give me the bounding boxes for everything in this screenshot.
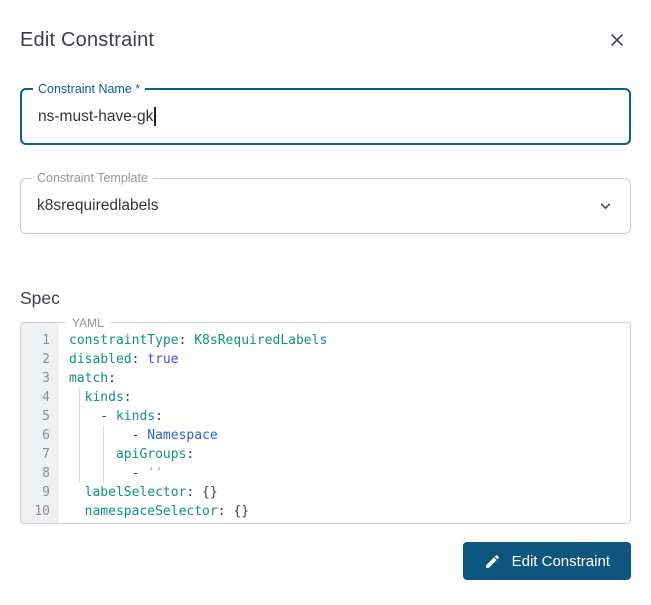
line-number: 4 [21, 388, 50, 407]
spec-heading: Spec [20, 288, 631, 309]
line-number: 5 [21, 407, 50, 426]
constraint-template-value: k8srequiredlabels [21, 197, 630, 215]
token-key: apiGroups [116, 447, 186, 462]
token-punct [69, 390, 85, 405]
constraint-template-label: Constraint Template [32, 170, 153, 186]
constraint-name-label: Constraint Name * [33, 81, 145, 97]
edit-constraint-dialog: Edit Constraint Constraint Name * ns-mus… [0, 0, 651, 605]
token-key: K8sRequiredLabels [194, 333, 327, 348]
token-punct [69, 504, 85, 519]
line-number: 8 [21, 464, 50, 483]
token-key: disabled [69, 352, 132, 367]
chevron-down-icon[interactable] [595, 196, 616, 217]
code-line[interactable]: apiGroups: [69, 445, 622, 464]
token-key: match [69, 371, 108, 386]
code-line[interactable]: constraintType: K8sRequiredLabels [69, 331, 622, 350]
token-punct: : {} [186, 485, 217, 500]
code-line[interactable]: labelSelector: {} [69, 483, 622, 502]
close-button[interactable] [603, 26, 631, 54]
line-number: 1 [21, 331, 50, 350]
dialog-header: Edit Constraint [20, 0, 631, 54]
line-number-gutter: 12345678910 [21, 323, 59, 523]
token-string: '' [147, 466, 163, 481]
code-line[interactable]: disabled: true [69, 350, 622, 369]
line-number: 3 [21, 369, 50, 388]
line-number: 9 [21, 483, 50, 502]
token-punct: : [108, 371, 116, 386]
pencil-icon [484, 553, 501, 570]
code-line[interactable]: kinds: [69, 388, 622, 407]
token-bool: true [147, 352, 178, 367]
edit-constraint-button[interactable]: Edit Constraint [463, 542, 631, 580]
indent-guide [79, 388, 80, 483]
token-punct: - [69, 409, 116, 424]
code-area[interactable]: constraintType: K8sRequiredLabelsdisable… [59, 323, 630, 523]
code-line[interactable]: - Namespace [69, 426, 622, 445]
token-punct: - [69, 466, 147, 481]
required-marker: * [135, 82, 140, 96]
token-punct: : [179, 333, 195, 348]
token-key: kinds [85, 390, 124, 405]
token-key: namespaceSelector [85, 504, 218, 519]
dialog-title: Edit Constraint [20, 29, 154, 52]
token-punct: : [186, 447, 194, 462]
edit-constraint-button-label: Edit Constraint [512, 553, 610, 570]
dialog-footer: Edit Constraint [20, 542, 631, 580]
token-punct: : {} [218, 504, 249, 519]
token-punct [69, 447, 116, 462]
code-line[interactable]: match: [69, 369, 622, 388]
token-punct [69, 485, 85, 500]
token-punct: : [132, 352, 148, 367]
code-line[interactable]: namespaceSelector: {} [69, 502, 622, 521]
token-key: constraintType [69, 333, 179, 348]
constraint-name-input[interactable]: ns-must-have-gk [22, 107, 629, 126]
text-cursor [154, 107, 156, 126]
line-number: 2 [21, 350, 50, 369]
code-line[interactable]: - '' [69, 464, 622, 483]
constraint-name-field[interactable]: Constraint Name * ns-must-have-gk [20, 88, 631, 145]
line-number: 10 [21, 502, 50, 521]
token-key: labelSelector [85, 485, 187, 500]
indent-guide [103, 426, 104, 483]
line-number: 6 [21, 426, 50, 445]
constraint-template-select[interactable]: Constraint Template k8srequiredlabels [20, 178, 631, 234]
token-key: kinds [116, 409, 155, 424]
code-line[interactable]: - kinds: [69, 407, 622, 426]
token-punct: : [124, 390, 132, 405]
token-word: Namespace [147, 428, 217, 443]
close-icon [608, 31, 626, 49]
token-punct: : [155, 409, 163, 424]
token-punct: - [69, 428, 147, 443]
yaml-editor[interactable]: YAML 12345678910 constraintType: K8sRequ… [20, 322, 631, 524]
line-number: 7 [21, 445, 50, 464]
